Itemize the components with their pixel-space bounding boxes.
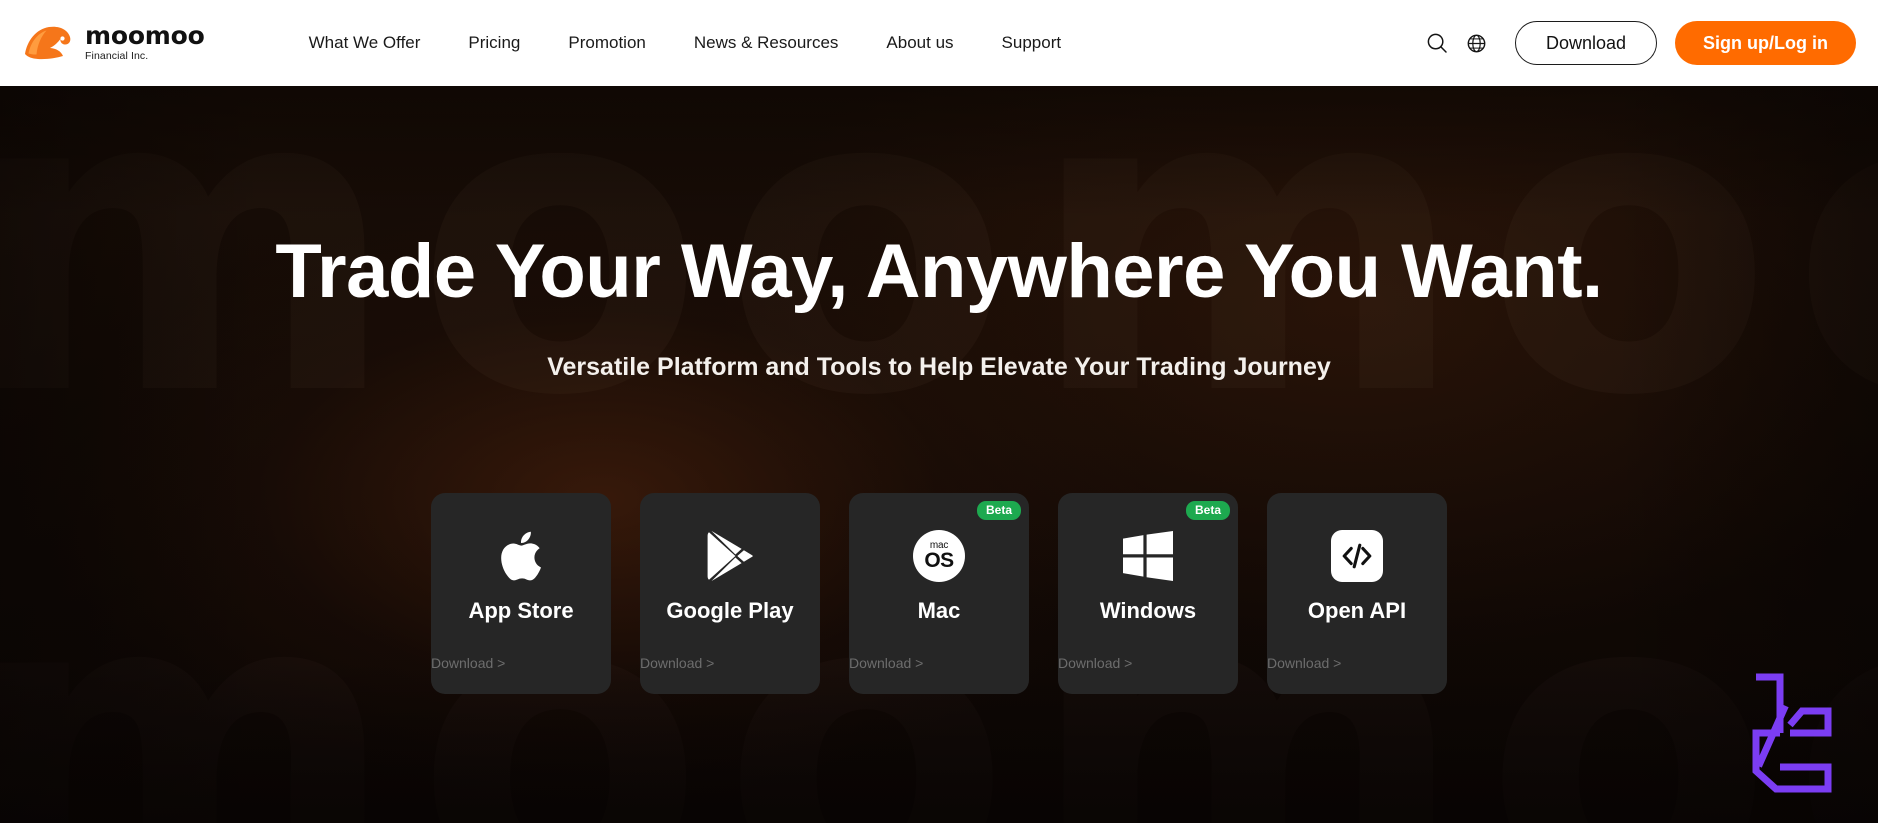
windows-icon: [1122, 521, 1174, 591]
brand-logo-link[interactable]: moomoo Financial Inc.: [22, 23, 205, 63]
card-label-mac: Mac: [917, 598, 961, 623]
search-icon[interactable]: [1417, 23, 1457, 63]
card-action-open-api[interactable]: Download >: [1267, 654, 1447, 672]
code-brackets-icon: [1331, 521, 1383, 591]
download-cards-row: App Store Download > Google Play Downloa…: [0, 493, 1878, 694]
download-card-google-play[interactable]: Google Play Download >: [640, 493, 820, 694]
card-label-google-play: Google Play: [666, 598, 794, 623]
download-card-open-api[interactable]: Open API Download >: [1267, 493, 1447, 694]
nav-actions: Download Sign up/Log in: [1417, 21, 1856, 65]
google-play-icon: [705, 521, 755, 591]
globe-icon[interactable]: [1457, 23, 1497, 63]
signup-login-button[interactable]: Sign up/Log in: [1675, 21, 1856, 65]
macos-icon: mac OS: [913, 521, 965, 591]
card-label-open-api: Open API: [1307, 598, 1407, 623]
download-card-mac[interactable]: Beta mac OS Mac Download >: [849, 493, 1029, 694]
macos-icon-text-big: OS: [924, 549, 954, 572]
hero-headline: Trade Your Way, Anywhere You Want.: [275, 229, 1603, 314]
nav-link-news-resources[interactable]: News & Resources: [670, 31, 863, 55]
card-label-windows: Windows: [1099, 598, 1197, 623]
card-action-mac[interactable]: Download >: [849, 654, 1029, 672]
brand-tagline: Financial Inc.: [85, 50, 149, 62]
card-label-app-store: App Store: [468, 598, 574, 623]
nav-link-support[interactable]: Support: [978, 31, 1086, 55]
hero-subheadline: Versatile Platform and Tools to Help Ele…: [547, 353, 1331, 381]
apple-icon: [498, 521, 544, 591]
nav-link-about-us[interactable]: About us: [862, 31, 977, 55]
hero-vignette-overlay: [0, 86, 1878, 823]
download-card-app-store[interactable]: App Store Download >: [431, 493, 611, 694]
status-badge-beta-windows: Beta: [1185, 501, 1230, 520]
purple-l-glyph: [1750, 671, 1834, 795]
status-badge-beta-mac: Beta: [976, 501, 1021, 520]
nav-link-promotion[interactable]: Promotion: [544, 31, 669, 55]
card-action-windows[interactable]: Download >: [1058, 654, 1238, 672]
download-button[interactable]: Download: [1514, 21, 1658, 65]
hero-section: moomoo moomoo Trade Your Way, Anywhere Y…: [0, 86, 1878, 823]
top-navigation-bar: moomoo Financial Inc. What We Offer Pric…: [0, 0, 1878, 86]
primary-nav-links: What We Offer Pricing Promotion News & R…: [285, 31, 1085, 55]
nav-link-what-we-offer[interactable]: What We Offer: [285, 31, 445, 55]
moomoo-bull-logo: [22, 23, 76, 63]
card-action-app-store[interactable]: Download >: [431, 654, 611, 672]
nav-link-pricing[interactable]: Pricing: [444, 31, 544, 55]
card-action-google-play[interactable]: Download >: [640, 654, 820, 672]
brand-name: moomoo: [85, 21, 205, 50]
download-card-windows[interactable]: Beta Windows Download >: [1058, 493, 1238, 694]
